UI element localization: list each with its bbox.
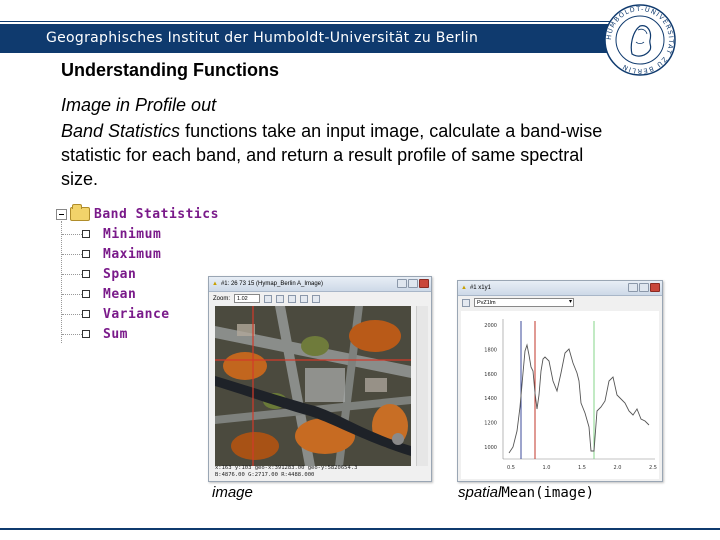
y-tick-label: 1800 — [484, 347, 497, 353]
satellite-image-canvas — [215, 306, 411, 466]
close-icon[interactable] — [419, 279, 429, 288]
tree-branch — [62, 274, 82, 275]
x-tick-label: 1.0 — [543, 465, 551, 471]
profile-window-title: #1 x1y1 — [469, 285, 491, 291]
folder-icon — [70, 204, 90, 221]
caption-prefix: spatial — [458, 484, 502, 501]
slide-subheading: Image in Profile out — [61, 95, 217, 115]
image-window-title: #1: 26 73 15 (Hymap_Berlin A_Image) — [220, 281, 324, 287]
tree-branch — [62, 234, 82, 235]
window-controls — [397, 279, 429, 288]
profile-select[interactable]: PvZ1lm — [474, 298, 574, 307]
y-tick-label: 2000 — [484, 323, 497, 329]
tree-item-variance[interactable]: Variance — [56, 305, 170, 323]
function-icon — [82, 330, 90, 338]
header-title: Geographisches Institut der Humboldt-Uni… — [46, 30, 479, 46]
maximize-icon[interactable] — [639, 283, 649, 292]
y-tick-label: 1600 — [484, 372, 497, 378]
profile-toolbar: PvZ1lm — [458, 296, 662, 309]
x-tick-label: 2.5 — [649, 465, 657, 471]
caption-function: Mean(image) — [501, 485, 595, 501]
function-icon — [82, 310, 90, 318]
vertical-scrollbar[interactable] — [416, 306, 428, 466]
university-seal-icon: HUMBOLDT-UNIVERSITÄT ZU BERLIN — [604, 4, 676, 76]
caption-image: image — [212, 484, 253, 501]
function-icon — [82, 270, 90, 278]
function-icon — [82, 290, 90, 298]
satellite-image[interactable] — [215, 306, 411, 466]
maximize-icon[interactable] — [408, 279, 418, 288]
status-line-values: B:4876.00 G:2717.00 R:4488.000 — [215, 472, 315, 478]
tree-item-label: Mean — [103, 286, 137, 302]
y-tick-label: 1200 — [484, 421, 497, 427]
body-emphasis: Band Statistics — [61, 121, 181, 141]
tree-branch — [62, 294, 82, 295]
y-tick-label: 1400 — [484, 396, 497, 402]
profile-viewer-window: ▲ #1 x1y1 PvZ1lm 2000 1800 1600 1400 1200 100… — [457, 280, 663, 482]
tree-item-label: Sum — [103, 326, 128, 342]
tree-item-sum[interactable]: Sum — [56, 325, 128, 343]
fit-tool-icon[interactable] — [300, 294, 309, 303]
function-icon — [82, 250, 90, 258]
zoom-input[interactable]: 1.02 — [234, 294, 261, 303]
function-icon — [82, 230, 90, 238]
tree-item-label: Minimum — [103, 226, 162, 242]
x-tick-label: 1.5 — [578, 465, 586, 471]
image-viewer-window: ▲ #1: 26 73 15 (Hymap_Berlin A_Image) Zo… — [208, 276, 432, 482]
app-icon: ▲ — [212, 281, 218, 287]
close-icon[interactable] — [650, 283, 660, 292]
minimize-icon[interactable] — [397, 279, 407, 288]
y-tick-label: 1000 — [484, 445, 497, 451]
tree-root-band-statistics[interactable]: Band Statistics — [56, 204, 219, 223]
tree-item-span[interactable]: Span — [56, 265, 136, 283]
zoom-label: Zoom: — [213, 295, 231, 302]
image-toolbar: Zoom: 1.02 — [209, 292, 431, 305]
zoom-tool-icon[interactable] — [276, 294, 285, 303]
tree-item-label: Variance — [103, 306, 170, 322]
image-status-bar: x:163 y:103 geo-x:391283.00 geo-y:582065… — [215, 465, 357, 479]
pan-tool-icon[interactable] — [264, 294, 273, 303]
select-tool-icon[interactable] — [288, 294, 297, 303]
tree-item-minimum[interactable]: Minimum — [56, 225, 161, 243]
x-tick-label: 2.0 — [614, 465, 622, 471]
spectral-profile-plot[interactable]: 2000 1800 1600 1400 1200 1000 0.5 1.0 1.5 2.0 2.5 — [461, 311, 659, 479]
profile-settings-icon[interactable] — [462, 298, 470, 307]
tree-item-maximum[interactable]: Maximum — [56, 245, 161, 263]
app-icon: ▲ — [461, 285, 467, 291]
tree-branch — [62, 314, 82, 315]
slide-heading: Understanding Functions — [61, 60, 279, 80]
profile-plot-canvas: 2000 1800 1600 1400 1200 1000 0.5 1.0 1.5 2.0 2.5 — [484, 319, 657, 471]
tree-root-label: Band Statistics — [94, 206, 219, 222]
x-tick-label: 0.5 — [507, 465, 515, 471]
tree-item-label: Span — [103, 266, 137, 282]
window-controls — [628, 283, 660, 292]
tree-item-mean[interactable]: Mean — [56, 285, 136, 303]
minimize-icon[interactable] — [628, 283, 638, 292]
header-rule — [0, 21, 620, 22]
tree-item-label: Maximum — [103, 246, 162, 262]
status-line-coordinates: x:163 y:103 geo-x:391283.00 geo-y:582065… — [215, 465, 358, 471]
tree-branch — [62, 254, 82, 255]
tree-branch — [62, 334, 82, 335]
collapse-icon[interactable] — [56, 208, 67, 220]
caption-spatial-mean: spatialMean(image) — [458, 484, 594, 501]
slide-body: Band Statistics functions take an input … — [61, 119, 621, 191]
footer-rule — [0, 528, 720, 530]
settings-tool-icon[interactable] — [312, 294, 321, 303]
